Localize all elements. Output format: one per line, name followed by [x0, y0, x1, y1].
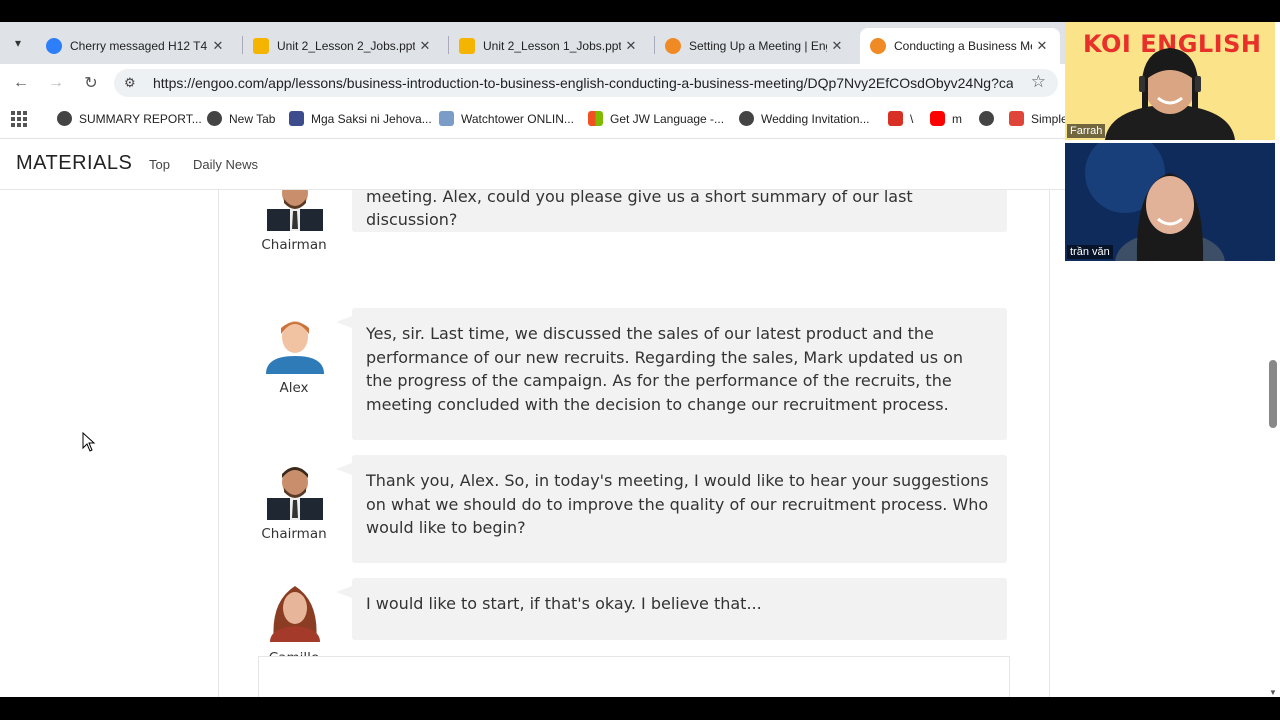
- avatar: [264, 312, 326, 374]
- bookmark-youtube[interactable]: m: [930, 111, 962, 126]
- red-app-icon: [888, 111, 903, 126]
- site-settings-icon[interactable]: ⚙: [124, 75, 136, 91]
- bookmark-wedding[interactable]: Wedding Invitation...: [739, 111, 870, 126]
- site-header: MATERIALS Top Daily News: [0, 139, 1065, 190]
- tab-title: Unit 2_Lesson 2_Jobs.pptx: [277, 39, 415, 53]
- bookmark-label: Simple: [1031, 111, 1068, 126]
- youtube-icon: [930, 111, 945, 126]
- message-bubble: I would like to start, if that's okay. I…: [336, 578, 1007, 640]
- bookmark-label: Wedding Invitation...: [761, 111, 870, 126]
- watchtower-icon: [439, 111, 454, 126]
- tab-lesson2-slides[interactable]: Unit 2_Lesson 2_Jobs.pptx ✕: [243, 28, 448, 64]
- bookmark-label: New Tab: [229, 111, 276, 126]
- participant-name: Farrah: [1067, 124, 1106, 138]
- bookmark-label: Watchtower ONLIN...: [461, 111, 574, 126]
- video-tile-student: trần văn: [1065, 143, 1275, 261]
- scroll-down-icon[interactable]: ▼: [1269, 688, 1277, 697]
- mouse-cursor-icon: [82, 431, 96, 457]
- forward-button[interactable]: →: [45, 72, 67, 94]
- message-bubble: Yes, sir. Last time, we discussed the sa…: [336, 308, 1007, 440]
- tab-title: Conducting a Business Me: [894, 39, 1032, 53]
- chevron-down-icon: ▾: [14, 36, 22, 50]
- tab-search-button[interactable]: ▾: [6, 31, 30, 55]
- lesson-content: Chairman All right. Before we begin, let…: [0, 189, 1065, 697]
- teacher-video: [1105, 48, 1235, 140]
- message-text: Thank you, Alex. So, in today's meeting,…: [366, 471, 989, 537]
- avatar: [264, 458, 326, 520]
- next-section-card: [258, 656, 1010, 697]
- bookmark-jw[interactable]: Mga Saksi ni Jehova...: [289, 111, 432, 126]
- bookmark-star-icon[interactable]: ☆: [1031, 72, 1046, 92]
- microsoft-icon: [588, 111, 603, 126]
- scroll-thumb[interactable]: [1269, 360, 1277, 428]
- globe-icon: [739, 111, 754, 126]
- simple-icon: [1009, 111, 1024, 126]
- speaker-name: Alex: [279, 380, 309, 396]
- globe-icon: [979, 111, 994, 126]
- bookmark-globe[interactable]: [979, 111, 1001, 126]
- student-video: [1065, 143, 1275, 261]
- close-icon[interactable]: ✕: [1032, 38, 1052, 54]
- bookmarks-bar: SUMMARY REPORT... New Tab Mga Saksi ni J…: [0, 102, 1068, 139]
- avatar: [264, 580, 326, 642]
- jw-icon: [289, 111, 304, 126]
- speaker-name: Chairman: [261, 526, 327, 542]
- nav-top-link[interactable]: Top: [149, 157, 170, 172]
- globe-icon: [207, 111, 222, 126]
- bookmark-label: Get JW Language -...: [610, 111, 725, 126]
- bookmark-watchtower[interactable]: Watchtower ONLIN...: [439, 111, 574, 126]
- bookmark-label: m: [952, 111, 962, 126]
- slides-icon: [253, 38, 269, 54]
- tab-title: Setting Up a Meeting | Eng: [689, 39, 827, 53]
- bookmark-label: Mga Saksi ni Jehova...: [311, 111, 432, 126]
- site-brand[interactable]: MATERIALS: [16, 152, 132, 175]
- dialogue-panel: Chairman All right. Before we begin, let…: [218, 189, 1050, 697]
- url-text[interactable]: https://engoo.com/app/lessons/business-i…: [153, 75, 1013, 91]
- tab-setting-up-meeting[interactable]: Setting Up a Meeting | Eng ✕: [655, 28, 860, 64]
- bookmark-summary-report[interactable]: SUMMARY REPORT...: [57, 111, 202, 126]
- avatar: [264, 189, 326, 231]
- browser-toolbar: ← → ↻ ⚙ https://engoo.com/app/lessons/bu…: [0, 64, 1065, 102]
- tab-title: Cherry messaged H12 T4 (: [70, 39, 208, 53]
- close-icon[interactable]: ✕: [827, 38, 847, 54]
- bookmark-red-app[interactable]: \: [888, 111, 913, 126]
- video-tile-teacher: KOI ENGLISH Farrah: [1065, 22, 1275, 140]
- reload-button[interactable]: ↻: [80, 72, 102, 94]
- participant-name: trần văn: [1067, 245, 1113, 259]
- apps-grid-icon[interactable]: [11, 111, 27, 127]
- screen: ▾ Cherry messaged H12 T4 ( ✕ Unit 2_Less…: [0, 22, 1280, 697]
- tab-messenger[interactable]: Cherry messaged H12 T4 ( ✕: [36, 28, 241, 64]
- message-text: All right. Before we begin, let's quickl…: [366, 189, 913, 229]
- tab-conducting-meeting[interactable]: Conducting a Business Me ✕: [860, 28, 1060, 64]
- arrow-right-icon: →: [48, 74, 64, 91]
- message-text: Yes, sir. Last time, we discussed the sa…: [366, 324, 964, 414]
- bookmark-simple[interactable]: Simple: [1009, 111, 1068, 126]
- back-button[interactable]: ←: [10, 72, 32, 94]
- tab-lesson1-slides[interactable]: Unit 2_Lesson 1_Jobs.pptx ✕: [449, 28, 654, 64]
- engoo-icon: [665, 38, 681, 54]
- bookmark-label: SUMMARY REPORT...: [79, 111, 202, 126]
- slides-icon: [459, 38, 475, 54]
- address-bar[interactable]: ⚙ https://engoo.com/app/lessons/business…: [114, 69, 1058, 97]
- tab-title: Unit 2_Lesson 1_Jobs.pptx: [483, 39, 621, 53]
- close-icon[interactable]: ✕: [415, 38, 435, 54]
- globe-icon: [57, 111, 72, 126]
- reload-icon: ↻: [84, 75, 98, 92]
- message-text: I would like to start, if that's okay. I…: [366, 594, 762, 613]
- bookmark-label: \: [910, 111, 914, 126]
- bookmark-new-tab[interactable]: New Tab: [207, 111, 275, 126]
- arrow-left-icon: ←: [13, 74, 29, 91]
- close-icon[interactable]: ✕: [621, 38, 641, 54]
- nav-daily-news-link[interactable]: Daily News: [193, 157, 258, 172]
- messenger-icon: [46, 38, 62, 54]
- close-icon[interactable]: ✕: [208, 38, 228, 54]
- tab-strip: ▾ Cherry messaged H12 T4 ( ✕ Unit 2_Less…: [0, 22, 1065, 64]
- message-bubble: Thank you, Alex. So, in today's meeting,…: [336, 455, 1007, 563]
- bookmark-jw-language[interactable]: Get JW Language -...: [588, 111, 724, 126]
- message-bubble: All right. Before we begin, let's quickl…: [352, 189, 1007, 232]
- engoo-icon: [870, 38, 886, 54]
- speaker-name: Chairman: [261, 237, 327, 253]
